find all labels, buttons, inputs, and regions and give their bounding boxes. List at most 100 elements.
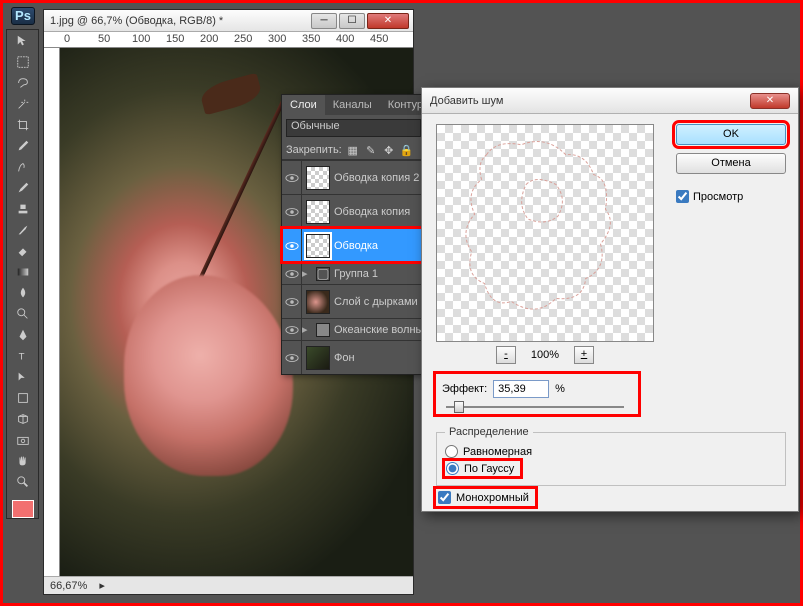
crop-tool-icon[interactable] — [10, 115, 36, 135]
cancel-button[interactable]: Отмена — [676, 153, 786, 174]
ruler-horizontal: 0 50 100 150 200 250 300 350 400 450 — [44, 32, 413, 48]
amount-input[interactable] — [493, 380, 549, 398]
layer-name[interactable]: Фон — [334, 352, 425, 364]
preview-outline — [437, 125, 653, 341]
lock-transparency-icon[interactable]: ▦ — [346, 143, 360, 157]
gaussian-radio-row[interactable]: По Гауссу — [445, 461, 520, 476]
layer-name[interactable]: Обводка копия 2 — [334, 172, 425, 184]
layer-item-selected[interactable]: Обводка — [282, 228, 425, 262]
layer-list: Обводка копия 2 Обводка копия Обводка ▸ … — [282, 160, 425, 374]
gradient-tool-icon[interactable] — [10, 262, 36, 282]
tab-channels[interactable]: Каналы — [325, 95, 380, 115]
slider-thumb[interactable] — [454, 401, 464, 413]
dodge-tool-icon[interactable] — [10, 304, 36, 324]
document-titlebar[interactable]: 1.jpg @ 66,7% (Обводка, RGB/8) * ─ ☐ ✕ — [44, 10, 413, 32]
hand-tool-icon[interactable] — [10, 451, 36, 471]
layer-thumbnail[interactable] — [306, 290, 330, 314]
monochrome-row[interactable]: Монохромный — [436, 489, 535, 506]
uniform-radio[interactable] — [445, 445, 458, 458]
tab-layers[interactable]: Слои — [282, 95, 325, 115]
layer-item-filter[interactable]: ▸ Океанские волны — [282, 318, 425, 340]
lasso-tool-icon[interactable] — [10, 73, 36, 93]
layer-name[interactable]: Обводка копия — [334, 206, 425, 218]
amount-unit: % — [555, 383, 565, 395]
zoom-value: 100% — [524, 349, 566, 361]
amount-slider[interactable] — [446, 406, 624, 408]
lock-all-icon[interactable]: 🔒 — [400, 143, 414, 157]
layer-item[interactable]: Слой с дырками — [282, 284, 425, 318]
visibility-toggle[interactable] — [282, 285, 302, 318]
camera-tool-icon[interactable] — [10, 430, 36, 450]
lock-move-icon[interactable]: ✥ — [382, 143, 396, 157]
layer-item[interactable]: Обводка копия — [282, 194, 425, 228]
layer-thumbnail[interactable] — [306, 166, 330, 190]
blend-mode-select[interactable]: Обычные — [286, 119, 421, 137]
layer-name[interactable]: Обводка — [334, 240, 425, 252]
monochrome-checkbox[interactable] — [438, 491, 451, 504]
brush-tool-icon[interactable] — [10, 178, 36, 198]
ps-app-icon[interactable]: Ps — [11, 7, 35, 25]
toolbox: T — [6, 29, 39, 519]
minimize-button[interactable]: ─ — [311, 13, 337, 29]
layers-panel: Слои Каналы Контур Обычные Закрепить: ▦ … — [281, 94, 426, 375]
stamp-tool-icon[interactable] — [10, 199, 36, 219]
layer-name[interactable]: Океанские волны — [334, 324, 425, 336]
visibility-toggle[interactable] — [282, 341, 302, 374]
lock-paint-icon[interactable]: ✎ — [364, 143, 378, 157]
preview-box — [436, 124, 654, 342]
ok-button[interactable]: OK — [676, 124, 786, 145]
layer-item-group[interactable]: ▸ ▢ Группа 1 — [282, 262, 425, 284]
visibility-toggle[interactable] — [282, 263, 302, 284]
layer-thumbnail[interactable] — [306, 346, 330, 370]
amount-label: Эффект: — [442, 383, 487, 395]
amount-group: Эффект: % — [436, 374, 638, 414]
path-select-icon[interactable] — [10, 367, 36, 387]
maximize-button[interactable]: ☐ — [339, 13, 365, 29]
zoom-tool-icon[interactable] — [10, 472, 36, 492]
shape-tool-icon[interactable] — [10, 388, 36, 408]
marquee-tool-icon[interactable] — [10, 52, 36, 72]
visibility-toggle[interactable] — [282, 161, 302, 194]
monochrome-label: Монохромный — [456, 492, 529, 504]
expand-icon[interactable]: ▸ — [302, 323, 312, 336]
zoom-in-button[interactable]: + — [574, 346, 594, 364]
zoom-status[interactable]: 66,67% — [50, 580, 87, 592]
color-swatches[interactable] — [7, 500, 38, 518]
history-brush-icon[interactable] — [10, 220, 36, 240]
distribution-group: Распределение Равномерная По Гауссу — [436, 432, 786, 486]
heal-tool-icon[interactable] — [10, 157, 36, 177]
foreground-swatch[interactable] — [12, 500, 34, 518]
type-tool-icon[interactable]: T — [10, 346, 36, 366]
3d-tool-icon[interactable] — [10, 409, 36, 429]
gaussian-radio[interactable] — [446, 462, 459, 475]
close-button[interactable]: ✕ — [367, 13, 409, 29]
expand-icon[interactable]: ▸ — [302, 267, 312, 280]
layer-thumbnail[interactable] — [306, 200, 330, 224]
wand-tool-icon[interactable] — [10, 94, 36, 114]
dialog-close-button[interactable]: ✕ — [750, 93, 790, 109]
visibility-toggle[interactable] — [282, 319, 302, 340]
layer-name[interactable]: Слой с дырками — [334, 296, 425, 308]
preview-checkbox[interactable] — [676, 190, 689, 203]
add-noise-dialog: Добавить шум ✕ - 100% + OK Отмена Просмо… — [421, 87, 799, 512]
preview-checkbox-row[interactable]: Просмотр — [676, 190, 786, 203]
layer-name[interactable]: Группа 1 — [334, 268, 425, 280]
uniform-label: Равномерная — [463, 446, 532, 458]
eraser-tool-icon[interactable] — [10, 241, 36, 261]
layer-item[interactable]: Обводка копия 2 — [282, 160, 425, 194]
dialog-titlebar[interactable]: Добавить шум ✕ — [422, 88, 798, 114]
pen-tool-icon[interactable] — [10, 325, 36, 345]
layer-thumbnail[interactable] — [306, 234, 330, 258]
lock-label: Закрепить: — [286, 144, 342, 156]
uniform-radio-row[interactable]: Равномерная — [445, 443, 777, 460]
layer-item[interactable]: Фон — [282, 340, 425, 374]
visibility-toggle[interactable] — [282, 195, 302, 228]
eyedropper-tool-icon[interactable] — [10, 136, 36, 156]
zoom-out-button[interactable]: - — [496, 346, 516, 364]
svg-text:T: T — [18, 352, 24, 363]
blur-tool-icon[interactable] — [10, 283, 36, 303]
move-tool-icon[interactable] — [10, 31, 36, 51]
visibility-toggle[interactable] — [282, 229, 302, 262]
status-menu-icon[interactable]: ▸ — [99, 579, 105, 592]
distribution-legend: Распределение — [445, 426, 533, 438]
